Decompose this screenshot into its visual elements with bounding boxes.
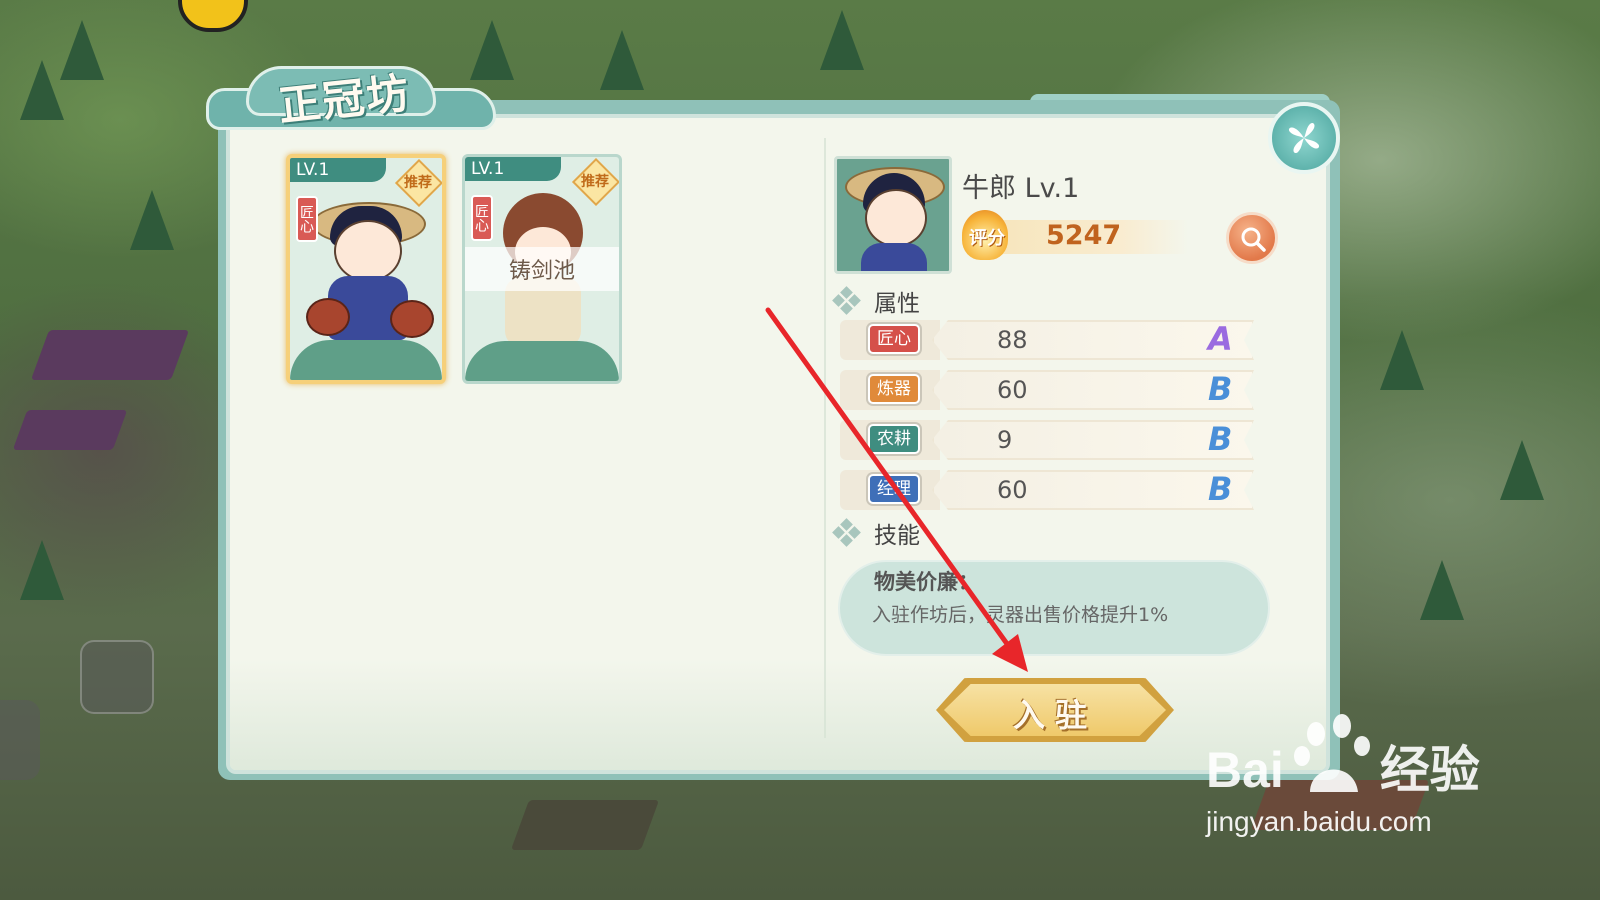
card-skill-tag: 匠心: [471, 195, 493, 241]
attribute-track: [932, 420, 1254, 460]
attribute-grade: A: [1208, 320, 1233, 358]
attribute-track: [932, 320, 1254, 360]
building-roof: [12, 410, 128, 450]
attribute-value: 60: [997, 476, 1028, 504]
tree: [1420, 560, 1464, 620]
tree: [600, 30, 644, 90]
card-bottom-decoration: [290, 340, 442, 380]
building-roof: [510, 800, 660, 850]
attribute-row: 匠心 88 A: [840, 320, 1260, 360]
card-level: LV.1: [465, 157, 561, 181]
tree: [20, 540, 64, 600]
inspect-button[interactable]: [1226, 212, 1278, 264]
building-roof: [30, 330, 190, 380]
join-button[interactable]: 入驻: [936, 678, 1174, 742]
tree: [1500, 440, 1544, 500]
attribute-value: 88: [997, 326, 1028, 354]
attributes-label: 属性: [874, 291, 920, 317]
attribute-name-tag: 匠心: [868, 324, 920, 354]
skills-label: 技能: [874, 523, 920, 549]
attribute-row: 农耕 9 B: [840, 420, 1260, 460]
recommend-badge: 推荐: [571, 157, 619, 207]
side-menu-icon[interactable]: [0, 700, 40, 780]
character-body: [861, 243, 927, 271]
attribute-value: 60: [997, 376, 1028, 404]
skills-section-title: 技能: [832, 516, 920, 550]
attribute-row: 炼器 60 B: [840, 370, 1260, 410]
close-button[interactable]: [1268, 102, 1340, 174]
character-face: [865, 189, 927, 247]
tree: [1380, 330, 1424, 390]
score-value: 5247: [1046, 220, 1122, 251]
score-flame-icon: 评分: [958, 210, 1016, 264]
panel-divider: [824, 138, 826, 738]
recommend-badge: 推荐: [394, 158, 442, 208]
attribute-name-tag: 农耕: [868, 424, 920, 454]
card-bottom-decoration: [465, 341, 619, 381]
card-assigned-overlay: 铸剑池: [465, 247, 619, 291]
skill-name: 物美价廉：: [874, 570, 979, 594]
baidu-paw-icon: [1294, 714, 1370, 792]
attribute-name-tag: 炼器: [868, 374, 920, 404]
attributes-section-title: 属性: [832, 284, 920, 318]
attribute-row: 经理 60 B: [840, 470, 1260, 510]
tree: [130, 190, 174, 250]
search-icon: [1241, 227, 1266, 252]
ox-icon: [390, 300, 434, 338]
attribute-track: [932, 370, 1254, 410]
card-skill-tag: 匠心: [296, 196, 318, 242]
attribute-value: 9: [997, 426, 1013, 454]
attribute-grade: B: [1208, 420, 1233, 458]
character-card-niulang[interactable]: LV.1 匠心 推荐: [286, 154, 446, 384]
skill-description: 入驻作坊后，灵器出售价格提升1%: [872, 604, 1169, 626]
hero-avatar: [834, 156, 952, 274]
recommend-badge-label: 推荐: [581, 174, 609, 190]
tree: [60, 20, 104, 80]
ox-icon: [306, 298, 350, 336]
tree: [20, 60, 64, 120]
watermark-url: jingyan.baidu.com: [1206, 806, 1432, 837]
attribute-grade: B: [1208, 470, 1233, 508]
tree: [820, 10, 864, 70]
side-tool-icon[interactable]: [80, 640, 154, 714]
diamond-bullet-icon: [832, 286, 861, 315]
character-face: [334, 220, 402, 282]
attribute-name-tag: 经理: [868, 474, 920, 504]
join-button-label: 入驻: [1012, 696, 1097, 734]
diamond-bullet-icon: [832, 518, 861, 547]
hero-name: 牛郎 Lv.1: [962, 173, 1080, 204]
card-level: LV.1: [290, 158, 386, 182]
attribute-track: [932, 470, 1254, 510]
character-card-zhujianchi[interactable]: 铸剑池 LV.1 匠心 推荐: [462, 154, 622, 384]
close-icon: [1288, 122, 1320, 154]
score-label: 评分: [969, 228, 1005, 249]
title-banner: 正冠坊: [206, 60, 506, 132]
attribute-grade: B: [1208, 370, 1233, 408]
recommend-badge-label: 推荐: [404, 175, 432, 191]
